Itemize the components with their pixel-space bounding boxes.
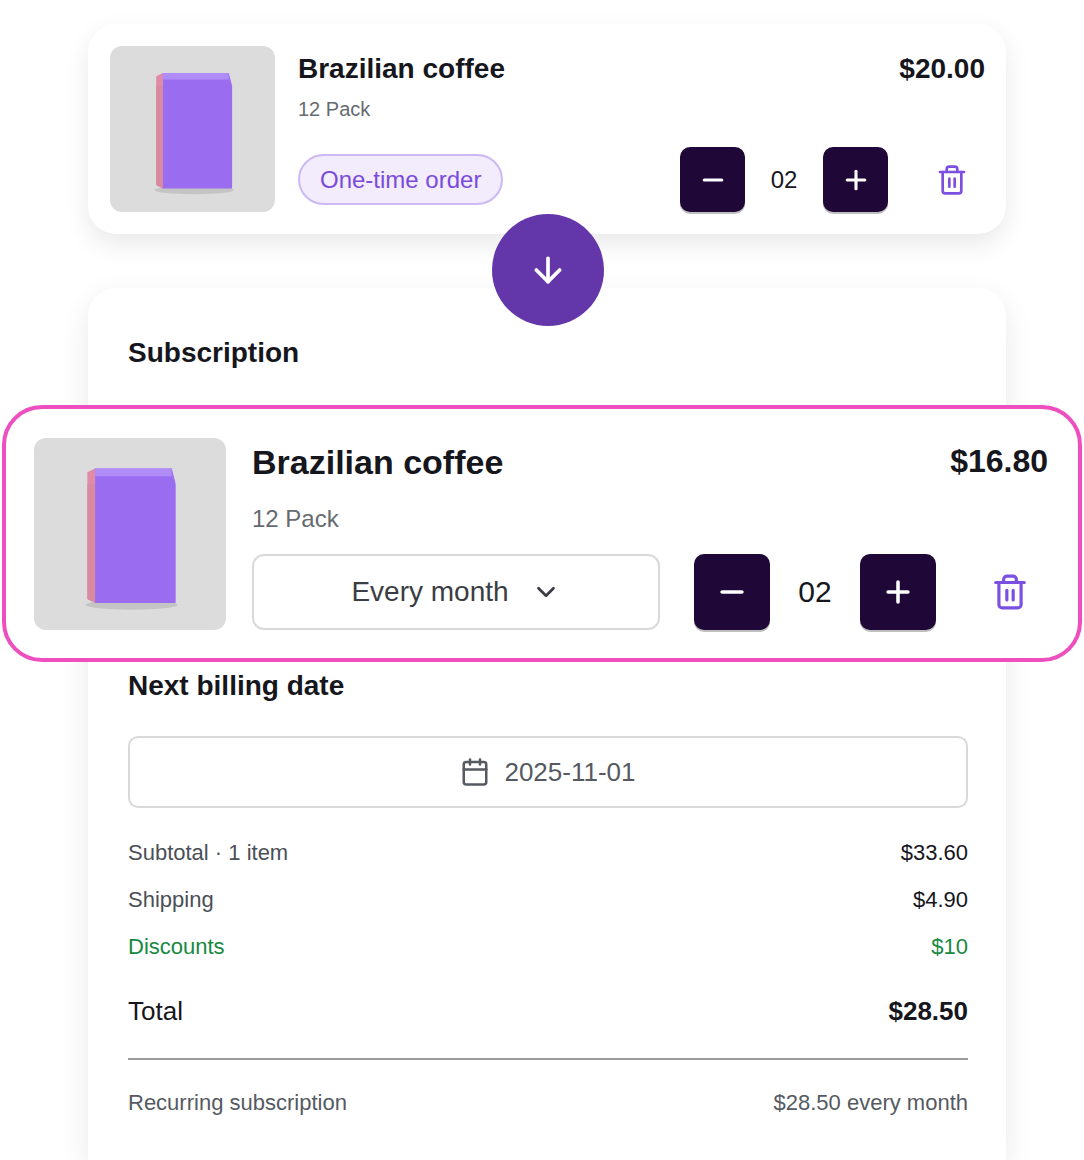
total-row: Total$28.50 xyxy=(128,994,968,1028)
increase-button[interactable] xyxy=(860,554,936,630)
subscription-item: Brazilian coffee $16.80 12 Pack Every month… xyxy=(2,405,1082,662)
trash-icon xyxy=(936,164,968,196)
trash-icon xyxy=(991,573,1029,611)
summary-row: Discounts$10 xyxy=(128,932,968,962)
delete-button[interactable] xyxy=(936,164,968,196)
product-price: $16.80 xyxy=(950,442,1048,480)
recurring-row: Recurring subscription$28.50 every month xyxy=(128,1088,968,1118)
convert-button[interactable] xyxy=(492,214,604,326)
subscription-card: SubscriptionBrazilian coffee$16.8012 Pac… xyxy=(88,288,1006,1160)
subscription-heading: Subscription xyxy=(128,336,968,370)
arrow-down-icon xyxy=(528,250,568,290)
product-variant: 12 Pack xyxy=(252,503,1048,534)
quantity-value: 02 xyxy=(745,166,823,194)
minus-icon xyxy=(715,575,749,609)
minus-icon xyxy=(698,165,728,195)
order-summary: Subtotal · 1 item$33.60 Shipping$4.90 Disc… xyxy=(128,838,968,962)
summary-row: Shipping$4.90 xyxy=(128,885,968,915)
coffee-bag-icon xyxy=(143,63,242,195)
frequency-dropdown[interactable]: Every month xyxy=(252,554,660,630)
one-time-badge[interactable]: One-time order xyxy=(298,154,503,206)
quantity-controls: 02 xyxy=(694,554,1048,630)
plus-icon xyxy=(841,165,871,195)
calendar-icon xyxy=(460,757,490,787)
one-time-item-card: Brazilian coffee $20.00 12 Pack One-time or… xyxy=(88,24,1006,234)
chevron-down-icon xyxy=(531,577,561,607)
product-image xyxy=(110,46,275,212)
product-title: Brazilian coffee xyxy=(252,442,503,483)
increase-button[interactable] xyxy=(823,147,888,212)
billing-heading: Next billing date xyxy=(128,669,968,703)
delete-button[interactable] xyxy=(991,573,1029,611)
plus-icon xyxy=(881,575,915,609)
product-price: $20.00 xyxy=(899,52,985,86)
decrease-button[interactable] xyxy=(680,147,745,212)
coffee-bag-icon xyxy=(72,457,187,611)
quantity-value: 02 xyxy=(770,575,860,609)
product-image xyxy=(34,438,226,630)
cart-page: Brazilian coffee $20.00 12 Pack One-time or… xyxy=(0,0,1084,1160)
product-title: Brazilian coffee xyxy=(298,52,505,86)
decrease-button[interactable] xyxy=(694,554,770,630)
summary-row: Subtotal · 1 item$33.60 xyxy=(128,838,968,868)
product-variant: 12 Pack xyxy=(298,96,985,122)
quantity-controls: 02 xyxy=(680,147,985,212)
divider xyxy=(128,1058,968,1060)
billing-date-field[interactable]: 2025-11-01 xyxy=(128,736,968,808)
